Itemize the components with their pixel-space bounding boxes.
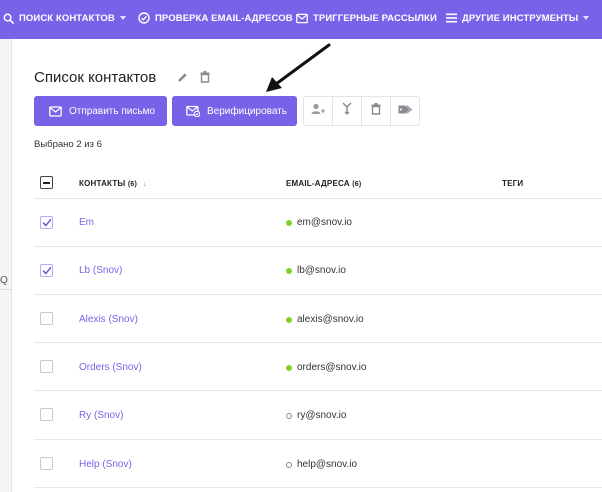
tag-icon (398, 102, 413, 120)
send-email-label: Отправить письмо (69, 105, 156, 117)
divider (0, 289, 12, 290)
unverified-status-dot (286, 412, 292, 419)
left-panel-fragment: Q (0, 275, 8, 286)
email-text: ry@snov.io (297, 410, 347, 421)
verify-label: Верифицировать (207, 105, 287, 117)
row-checkbox[interactable] (40, 360, 53, 373)
add-to-list-button[interactable] (304, 97, 333, 125)
pencil-icon[interactable] (175, 70, 189, 84)
valid-status-dot (286, 219, 292, 226)
chevron-down-icon (583, 16, 590, 20)
nav-label: ДРУГИЕ ИНСТРУМЕНТЫ (462, 12, 579, 24)
column-header-count: (6) (127, 181, 138, 188)
contact-email: ry@snov.io (286, 410, 346, 421)
contact-name[interactable]: Em (79, 217, 94, 228)
column-header-email: EMAIL-АДРЕСА (6) (286, 179, 361, 188)
checkmark-icon (41, 218, 52, 227)
contact-name[interactable]: Ry (Snov) (79, 410, 123, 421)
verify-button[interactable]: Верифицировать (172, 96, 297, 126)
menu-icon (445, 12, 457, 24)
send-email-button[interactable]: Отправить письмо (34, 96, 167, 126)
merge-icon (342, 102, 352, 120)
unverified-status-dot (286, 461, 292, 468)
contact-email: orders@snov.io (286, 362, 366, 373)
page-title: Список контактов (34, 69, 157, 86)
email-text: help@snov.io (297, 459, 357, 470)
contact-name[interactable]: Orders (Snov) (79, 362, 142, 373)
nav-find-contacts[interactable]: ПОИСК КОНТАКТОВ (2, 12, 126, 24)
nav-label: ПРОВЕРКА EMAIL-АДРЕСОВ (155, 12, 293, 24)
nav-label: ПОИСК КОНТАКТОВ (19, 12, 115, 24)
selection-count: Выбрано 2 из 6 (34, 139, 102, 150)
table-divider (34, 246, 602, 247)
contact-email: em@snov.io (286, 217, 352, 228)
table-divider (34, 198, 602, 199)
contact-email: help@snov.io (286, 459, 357, 470)
table-divider (34, 487, 602, 488)
nav-label: ТРИГГЕРНЫЕ РАССЫЛКИ (313, 12, 437, 24)
mail-check-icon (186, 105, 200, 117)
mail-icon (296, 12, 308, 24)
sort-arrow-icon[interactable]: ↓ (142, 179, 146, 188)
column-header-count: (6) (352, 181, 362, 188)
check-circle-icon (138, 12, 150, 24)
contact-name[interactable]: Help (Snov) (79, 459, 132, 470)
column-header-label: EMAIL-АДРЕСА (286, 179, 350, 188)
email-text: orders@snov.io (297, 362, 367, 373)
nav-drip-campaigns[interactable]: ТРИГГЕРНЫЕ РАССЫЛКИ (296, 12, 437, 24)
table-divider (34, 342, 602, 343)
select-all-checkbox[interactable] (40, 176, 53, 189)
email-text: em@snov.io (297, 217, 352, 228)
row-checkbox[interactable] (40, 408, 53, 421)
column-header-label: КОНТАКТЫ (79, 179, 126, 188)
valid-status-dot (286, 316, 292, 323)
delete-button[interactable] (362, 97, 391, 125)
row-checkbox[interactable] (40, 264, 53, 277)
contact-name[interactable]: Alexis (Snov) (79, 314, 138, 325)
table-divider (34, 439, 602, 440)
chevron-down-icon (119, 16, 126, 20)
valid-status-dot (286, 267, 292, 274)
valid-status-dot (286, 364, 292, 371)
bulk-actions-group (303, 96, 420, 126)
nav-email-verifier[interactable]: ПРОВЕРКА EMAIL-АДРЕСОВ (138, 12, 293, 24)
column-header-contacts[interactable]: КОНТАКТЫ (6) ↓ (79, 179, 147, 188)
contact-email: alexis@snov.io (286, 314, 364, 325)
contact-email: lb@snov.io (286, 265, 346, 276)
left-panel (0, 39, 12, 492)
checkmark-icon (41, 266, 52, 275)
merge-button[interactable] (333, 97, 362, 125)
tag-button[interactable] (391, 97, 419, 125)
trash-icon[interactable] (198, 70, 212, 84)
trash-icon (371, 102, 381, 120)
contact-name[interactable]: Lb (Snov) (79, 265, 122, 276)
row-checkbox[interactable] (40, 457, 53, 470)
row-checkbox[interactable] (40, 216, 53, 229)
table-divider (34, 294, 602, 295)
column-header-tags: ТЕГИ (502, 179, 524, 188)
add-person-icon (311, 102, 325, 120)
top-navbar: ПОИСК КОНТАКТОВ ПРОВЕРКА EMAIL-АДРЕСОВ Т… (0, 0, 602, 39)
search-icon (2, 12, 14, 24)
email-text: lb@snov.io (297, 265, 346, 276)
row-checkbox[interactable] (40, 312, 53, 325)
table-divider (34, 390, 602, 391)
email-text: alexis@snov.io (297, 314, 364, 325)
mail-icon (48, 105, 62, 117)
nav-other-tools[interactable]: ДРУГИЕ ИНСТРУМЕНТЫ (445, 12, 590, 24)
